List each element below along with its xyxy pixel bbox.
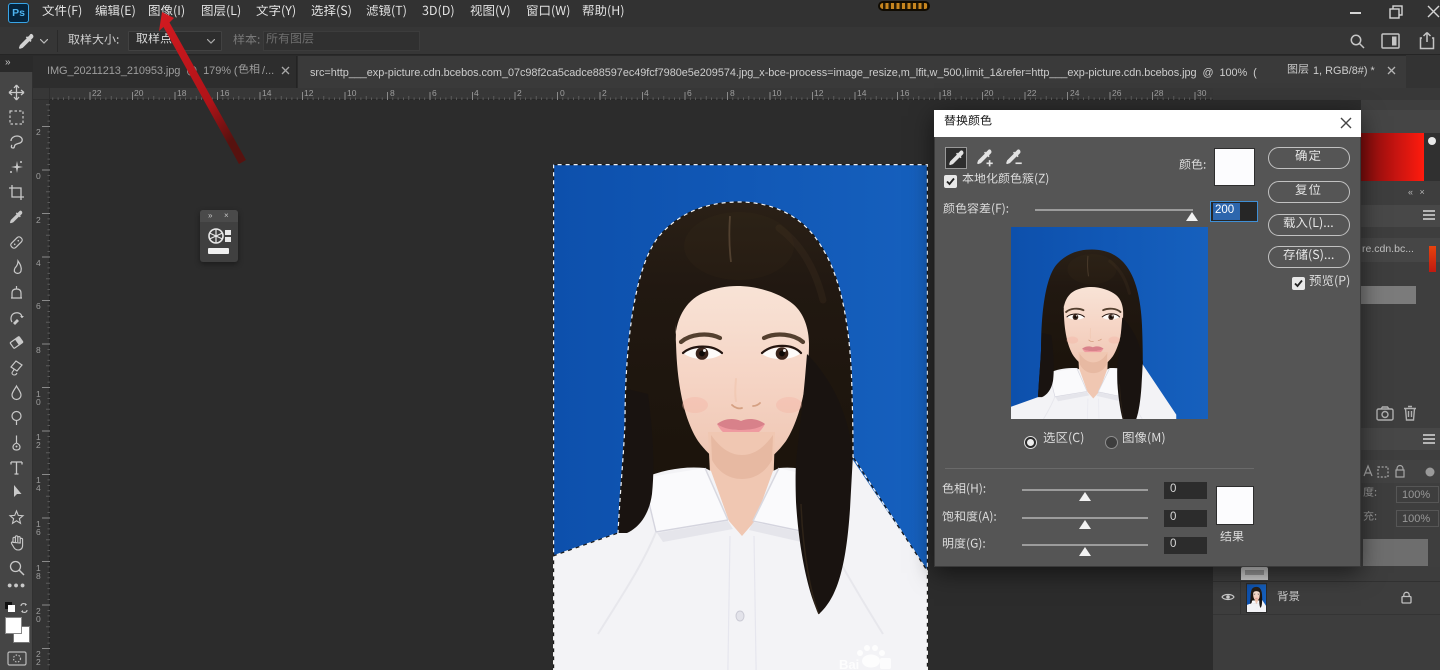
svg-text:Bai: Bai bbox=[839, 657, 859, 670]
